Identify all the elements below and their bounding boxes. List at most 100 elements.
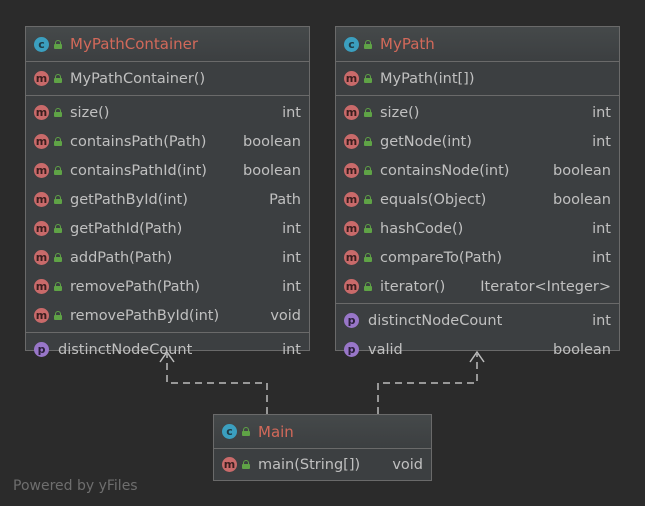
constructor-row[interactable]: m MyPath(int[])	[336, 64, 619, 93]
method-row[interactable]: m iterator() Iterator<Integer>	[336, 272, 619, 301]
method-icon: m	[34, 134, 49, 149]
member-type: int	[282, 104, 301, 121]
methods-section: m size() int m containsPath(Path) boolea…	[26, 96, 309, 333]
member-name: addPath(Path)	[70, 249, 173, 266]
methods-section: m size() int m getNode(int) int m contai…	[336, 96, 619, 304]
member-name: containsNode(int)	[380, 162, 510, 179]
member-name: size()	[380, 104, 420, 121]
method-row[interactable]: m compareTo(Path) int	[336, 243, 619, 272]
methods-section: m main(String[]) void	[214, 449, 431, 480]
class-name: MyPath	[380, 35, 435, 53]
method-row[interactable]: m main(String[]) void	[214, 450, 431, 479]
member-name: removePath(Path)	[70, 278, 201, 295]
method-icon: m	[344, 163, 359, 178]
lock-icon	[54, 224, 62, 233]
method-icon: m	[344, 279, 359, 294]
lock-icon	[54, 166, 62, 175]
method-row[interactable]: m getNode(int) int	[336, 127, 619, 156]
lock-icon	[54, 137, 62, 146]
member-name: size()	[70, 104, 110, 121]
member-name: hashCode()	[380, 220, 464, 237]
method-icon: m	[34, 105, 49, 120]
lock-icon	[364, 195, 372, 204]
lock-icon	[54, 195, 62, 204]
method-icon: m	[344, 134, 359, 149]
method-row[interactable]: m removePath(Path) int	[26, 272, 309, 301]
class-name: MyPathContainer	[70, 35, 199, 53]
member-type: int	[592, 249, 611, 266]
properties-section: p distinctNodeCount int	[26, 333, 309, 366]
member-type: boolean	[553, 162, 611, 179]
method-row[interactable]: m containsPathId(int) boolean	[26, 156, 309, 185]
lock-icon	[54, 253, 62, 262]
properties-section: p distinctNodeCount int p valid boolean	[336, 304, 619, 366]
class-header: c Main	[214, 415, 431, 449]
member-name: getNode(int)	[380, 133, 472, 150]
member-type: int	[592, 104, 611, 121]
member-name: MyPathContainer()	[70, 70, 206, 87]
class-node-main[interactable]: c Main m main(String[]) void	[213, 414, 432, 481]
member-type: boolean	[243, 133, 301, 150]
property-icon: p	[344, 313, 359, 328]
member-type: int	[592, 312, 611, 329]
class-icon: c	[344, 36, 359, 52]
member-name: equals(Object)	[380, 191, 487, 208]
property-row[interactable]: p valid boolean	[336, 335, 619, 364]
method-row[interactable]: m containsPath(Path) boolean	[26, 127, 309, 156]
member-type: boolean	[243, 162, 301, 179]
lock-icon	[364, 108, 372, 117]
lock-icon	[242, 427, 250, 436]
member-name: iterator()	[380, 278, 446, 295]
class-header: c MyPathContainer	[26, 27, 309, 62]
method-row[interactable]: m removePathById(int) void	[26, 301, 309, 330]
lock-icon	[364, 137, 372, 146]
member-name: valid	[368, 341, 403, 358]
class-icon: c	[222, 424, 237, 439]
property-row[interactable]: p distinctNodeCount int	[336, 306, 619, 335]
lock-icon	[54, 39, 62, 49]
member-type: void	[392, 456, 423, 473]
lock-icon	[364, 282, 372, 291]
member-type: void	[270, 307, 301, 324]
lock-icon	[54, 74, 62, 83]
constructor-row[interactable]: m MyPathContainer()	[26, 64, 309, 93]
method-row[interactable]: m hashCode() int	[336, 214, 619, 243]
member-name: removePathById(int)	[70, 307, 220, 324]
member-type: int	[282, 220, 301, 237]
member-type: int	[282, 278, 301, 295]
member-name: containsPath(Path)	[70, 133, 207, 150]
member-name: MyPath(int[])	[380, 70, 475, 87]
member-type: int	[282, 341, 301, 358]
method-icon: m	[344, 105, 359, 120]
class-node-mypathcontainer[interactable]: c MyPathContainer m MyPathContainer() m …	[25, 26, 310, 358]
member-name: main(String[])	[258, 456, 361, 473]
class-icon: c	[34, 36, 49, 52]
member-name: compareTo(Path)	[380, 249, 503, 266]
member-name: containsPathId(int)	[70, 162, 207, 179]
method-icon: m	[344, 250, 359, 265]
class-name: Main	[258, 422, 294, 441]
method-row[interactable]: m getPathId(Path) int	[26, 214, 309, 243]
property-row[interactable]: p distinctNodeCount int	[26, 335, 309, 364]
method-icon: m	[222, 457, 237, 472]
method-icon: m	[344, 71, 359, 86]
method-icon: m	[34, 192, 49, 207]
member-name: getPathId(Path)	[70, 220, 183, 237]
watermark: Powered by yFiles	[13, 478, 138, 494]
method-row[interactable]: m size() int	[26, 98, 309, 127]
method-row[interactable]: m getPathById(int) Path	[26, 185, 309, 214]
method-row[interactable]: m containsNode(int) boolean	[336, 156, 619, 185]
member-type: int	[282, 249, 301, 266]
member-type: Iterator<Integer>	[480, 278, 611, 295]
method-row[interactable]: m addPath(Path) int	[26, 243, 309, 272]
member-name: getPathById(int)	[70, 191, 188, 208]
method-icon: m	[34, 163, 49, 178]
lock-icon	[364, 166, 372, 175]
member-type: int	[592, 133, 611, 150]
lock-icon	[364, 224, 372, 233]
method-row[interactable]: m size() int	[336, 98, 619, 127]
method-row[interactable]: m equals(Object) boolean	[336, 185, 619, 214]
method-icon: m	[34, 71, 49, 86]
class-node-mypath[interactable]: c MyPath m MyPath(int[]) m size() int m …	[335, 26, 620, 358]
property-icon: p	[34, 342, 49, 357]
